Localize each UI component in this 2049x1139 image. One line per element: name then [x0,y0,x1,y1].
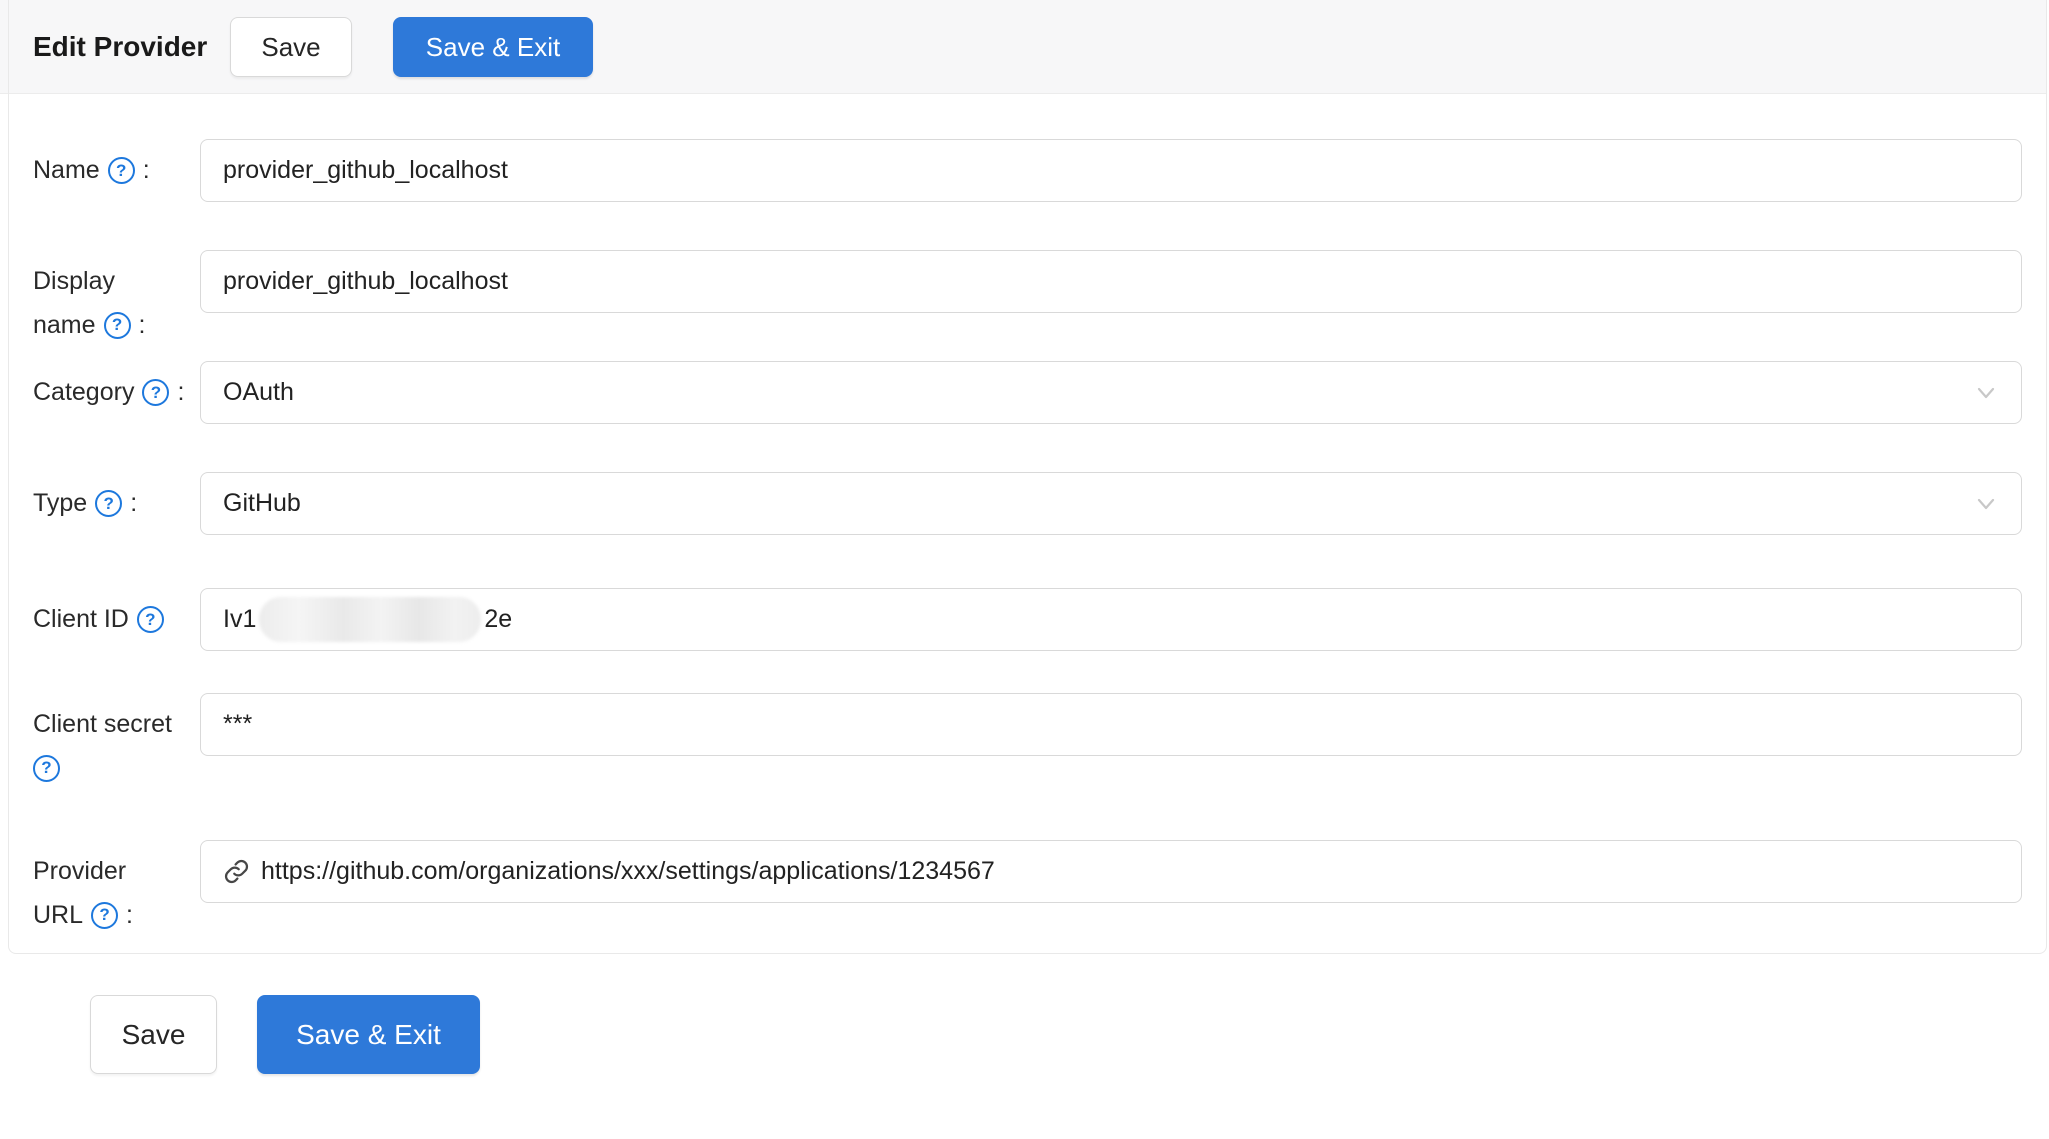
help-icon[interactable]: ? [104,312,131,339]
category-select[interactable]: OAuth [200,361,2022,424]
type-selected-value: GitHub [223,489,301,518]
link-icon [223,858,250,885]
help-icon[interactable]: ? [137,606,164,633]
help-icon[interactable]: ? [33,755,60,782]
edit-provider-page: Edit Provider Save Save & Exit Name ? : … [0,0,2049,1139]
header-save-exit-button[interactable]: Save & Exit [393,17,593,77]
display-name-input[interactable] [200,250,2022,313]
display-name-label: Display name ? : [33,259,146,347]
name-input[interactable] [200,139,2022,202]
help-icon[interactable]: ? [108,157,135,184]
label-colon: : [126,901,133,930]
label-colon: : [130,489,137,518]
footer-save-exit-button[interactable]: Save & Exit [257,995,480,1074]
help-icon[interactable]: ? [95,490,122,517]
type-label: Type ? : [33,472,137,535]
client-secret-input[interactable] [200,693,2022,756]
type-select[interactable]: GitHub [200,472,2022,535]
client-id-redacted-blur [259,597,481,642]
category-selected-value: OAuth [223,378,294,407]
header-save-button[interactable]: Save [230,17,352,77]
chevron-down-icon [1973,491,1999,517]
name-label: Name ? : [33,139,150,202]
client-id-label: Client ID ? [33,588,164,651]
client-id-prefix: Iv1 [223,605,256,634]
help-icon[interactable]: ? [142,379,169,406]
chevron-down-icon [1973,380,1999,406]
label-colon: : [139,311,146,340]
page-title: Edit Provider [33,0,207,93]
footer-save-button[interactable]: Save [90,995,217,1074]
category-label: Category ? : [33,361,184,424]
help-icon[interactable]: ? [91,902,118,929]
client-id-suffix: 2e [484,605,512,634]
client-id-input[interactable]: Iv1 2e [200,588,2022,651]
provider-url-text: https://github.com/organizations/xxx/set… [261,857,995,886]
label-colon: : [143,156,150,185]
provider-url-label: Provider URL ? : [33,849,133,937]
client-secret-label: Client secret ? [33,702,172,790]
provider-url-input[interactable]: https://github.com/organizations/xxx/set… [200,840,2022,903]
label-colon: : [177,378,184,407]
